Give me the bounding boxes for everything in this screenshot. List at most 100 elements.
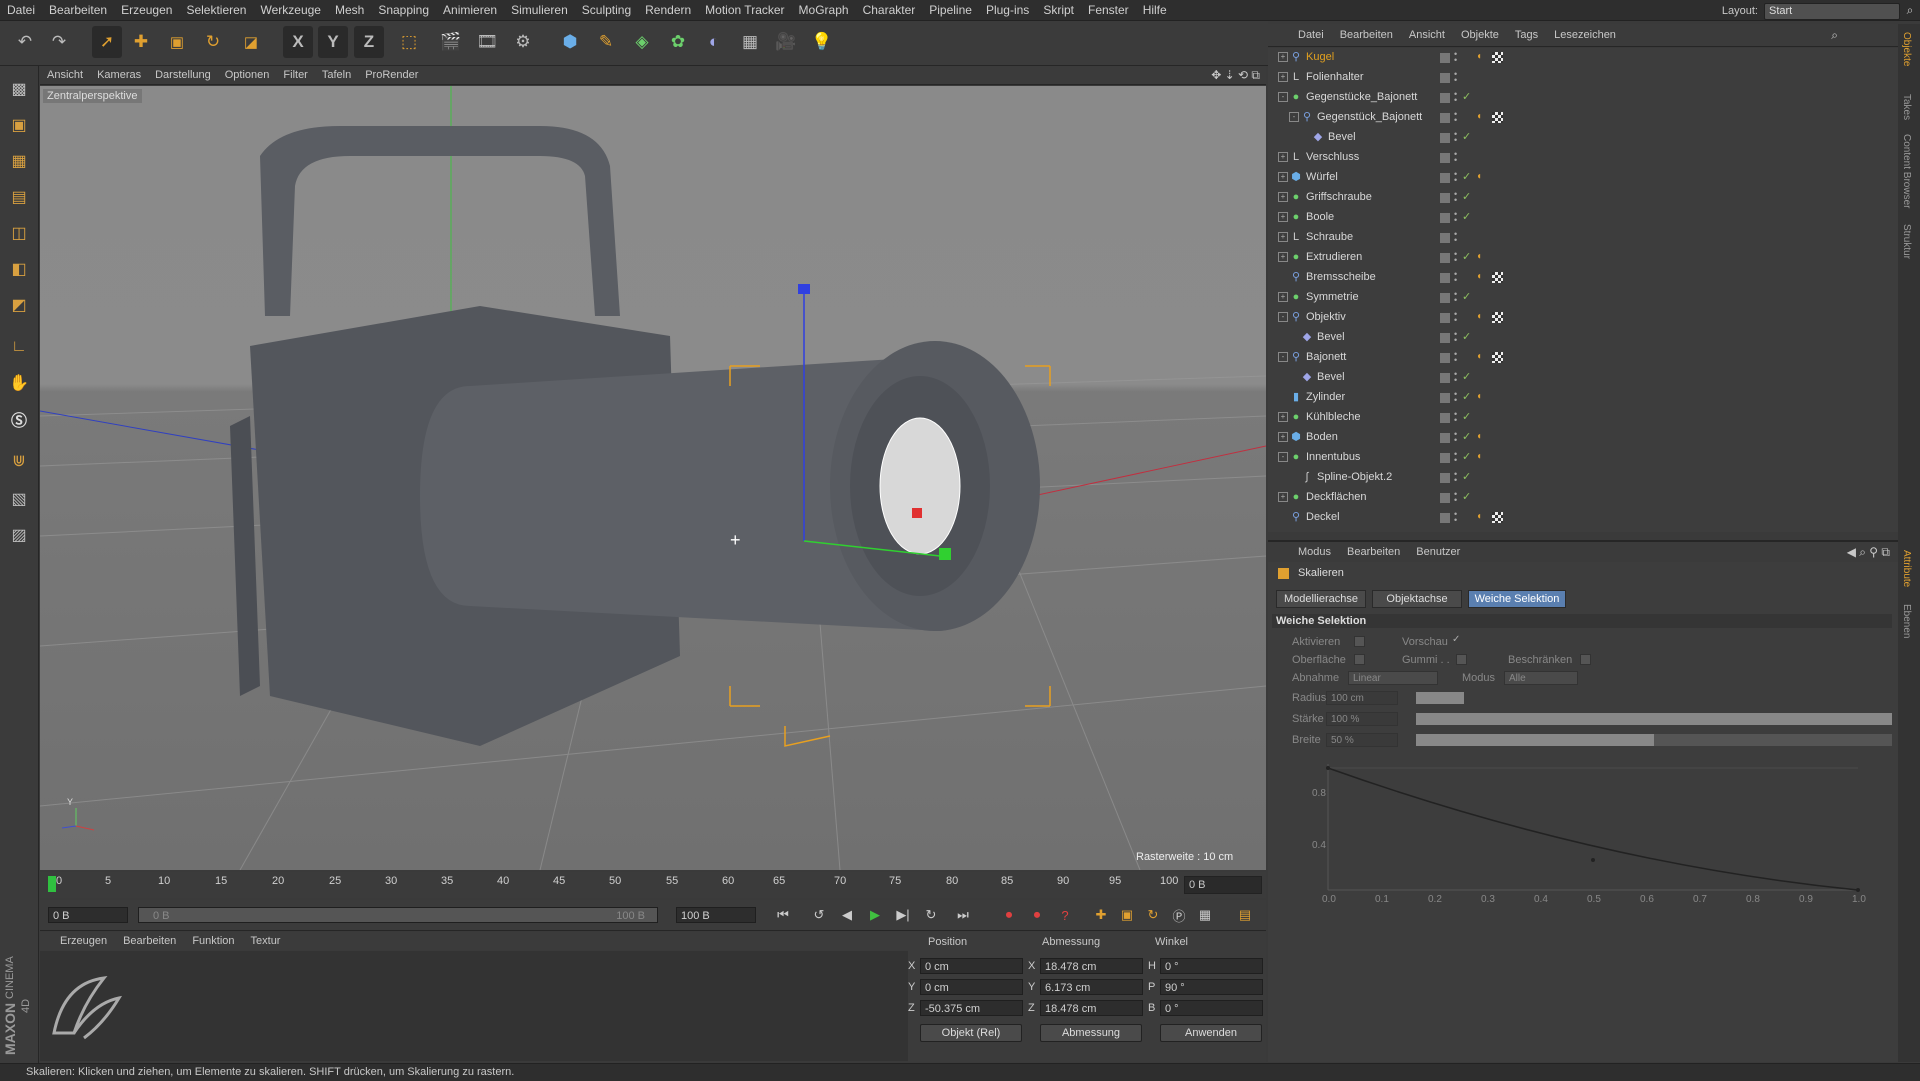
menu-fenster[interactable]: Fenster xyxy=(1081,0,1136,20)
size-x-field[interactable]: 18.478 cm xyxy=(1040,958,1143,974)
viewport-menu-prorender[interactable]: ProRender xyxy=(358,66,425,84)
scale-tool-icon[interactable]: ▣ xyxy=(162,26,192,58)
visibility-dots-icon[interactable]: • • xyxy=(1454,410,1458,425)
timeline-window-icon[interactable]: ▤ xyxy=(1234,905,1256,925)
expand-toggle-icon[interactable]: + xyxy=(1278,212,1288,222)
object-row[interactable]: + ● Griffschraube • • ✓ xyxy=(1268,188,1898,208)
width-slider[interactable] xyxy=(1416,734,1892,746)
om-menu-objekte[interactable]: Objekte xyxy=(1453,24,1507,46)
magnet-icon[interactable]: ⋓ xyxy=(4,446,34,476)
layer-swatch[interactable] xyxy=(1440,253,1450,263)
axis-x-lock-button[interactable]: X xyxy=(283,26,313,58)
strength-slider[interactable] xyxy=(1416,713,1892,725)
menu-werkzeuge[interactable]: Werkzeuge xyxy=(253,0,327,20)
texture-tag-icon[interactable] xyxy=(1492,272,1503,283)
axis-z-lock-button[interactable]: Z xyxy=(354,26,384,58)
previous-frame-icon[interactable]: ◀ xyxy=(836,905,858,925)
workplane-icon[interactable]: ▤ xyxy=(4,182,34,212)
visibility-dots-icon[interactable]: • • xyxy=(1454,170,1458,185)
key-position-icon[interactable]: ✚ xyxy=(1090,905,1112,925)
apply-button[interactable]: Anwenden xyxy=(1160,1024,1262,1042)
render-picture-viewer-icon[interactable]: 🎞 xyxy=(472,26,502,58)
viewport-menu-darstellung[interactable]: Darstellung xyxy=(148,66,218,84)
pos-x-field[interactable]: 0 cm xyxy=(920,958,1023,974)
layer-swatch[interactable] xyxy=(1440,233,1450,243)
menu-pipeline[interactable]: Pipeline xyxy=(922,0,979,20)
enabled-check-icon[interactable]: ✓ xyxy=(1462,410,1471,423)
material-tag-icon[interactable]: ◖ xyxy=(1476,431,1482,442)
falloff-dropdown[interactable]: Linear xyxy=(1348,671,1438,685)
layer-swatch[interactable] xyxy=(1440,173,1450,183)
object-row[interactable]: ◆ Bevel • • ✓ xyxy=(1268,368,1898,388)
axis-y-lock-button[interactable]: Y xyxy=(318,26,348,58)
tab-attribute[interactable]: Attribute xyxy=(1901,550,1912,587)
visibility-dots-icon[interactable]: • • xyxy=(1454,310,1458,325)
menu-snapping[interactable]: Snapping xyxy=(371,0,436,20)
layer-swatch[interactable] xyxy=(1440,413,1450,423)
am-nav-icons[interactable]: ◀ ⌕ ⚲ ⧉ xyxy=(1847,542,1890,562)
mat-menu-funktion[interactable]: Funktion xyxy=(184,932,242,950)
size-z-field[interactable]: 18.478 cm xyxy=(1040,1000,1143,1016)
redo-icon[interactable]: ↷ xyxy=(44,26,74,58)
tab-struktur[interactable]: Struktur xyxy=(1901,224,1912,259)
visibility-dots-icon[interactable]: • • xyxy=(1454,250,1458,265)
camera-icon[interactable]: 🎥 xyxy=(771,26,801,58)
cube-primitive-icon[interactable]: ⬢ xyxy=(555,26,585,58)
om-search-icon[interactable]: ⌕ xyxy=(1831,24,1838,46)
expand-toggle-icon[interactable]: + xyxy=(1278,152,1288,162)
radius-field[interactable]: 100 cm xyxy=(1326,691,1398,705)
enabled-check-icon[interactable]: ✓ xyxy=(1462,210,1471,223)
viewport-menu-ansicht[interactable]: Ansicht xyxy=(40,66,90,84)
expand-toggle-icon[interactable]: + xyxy=(1278,172,1288,182)
object-row[interactable]: - ● Gegenstücke_Bajonett • • ✓ xyxy=(1268,88,1898,108)
planar-workplane-icon[interactable]: ▨ xyxy=(4,520,34,550)
expand-toggle-icon[interactable]: + xyxy=(1278,492,1288,502)
mat-menu-textur[interactable]: Textur xyxy=(243,932,289,950)
viewport-menu-kameras[interactable]: Kameras xyxy=(90,66,148,84)
edges-mode-icon[interactable]: ◧ xyxy=(4,254,34,284)
light-icon[interactable]: 💡 xyxy=(807,26,837,58)
object-row[interactable]: - ⚲ Bajonett • • ◖ xyxy=(1268,348,1898,368)
layer-swatch[interactable] xyxy=(1440,213,1450,223)
menu-motion-tracker[interactable]: Motion Tracker xyxy=(698,0,791,20)
visibility-dots-icon[interactable]: • • xyxy=(1454,270,1458,285)
render-view-icon[interactable]: 🎬 xyxy=(436,26,466,58)
strength-field[interactable]: 100 % xyxy=(1326,712,1398,726)
am-menu-benutzer[interactable]: Benutzer xyxy=(1408,542,1468,562)
size-y-field[interactable]: 6.173 cm xyxy=(1040,979,1143,995)
mat-menu-erzeugen[interactable]: Erzeugen xyxy=(52,932,115,950)
menu-rendern[interactable]: Rendern xyxy=(638,0,698,20)
texture-tag-icon[interactable] xyxy=(1492,112,1503,123)
mode-dropdown[interactable]: Alle xyxy=(1504,671,1578,685)
expand-toggle-icon[interactable]: + xyxy=(1278,252,1288,262)
object-row[interactable]: + ⬢ Boden • • ✓ ◖ xyxy=(1268,428,1898,448)
pos-z-field[interactable]: -50.375 cm xyxy=(920,1000,1023,1016)
enabled-check-icon[interactable]: ✓ xyxy=(1462,450,1471,463)
visibility-dots-icon[interactable]: • • xyxy=(1454,330,1458,345)
visibility-dots-icon[interactable]: • • xyxy=(1454,370,1458,385)
expand-toggle-icon[interactable]: + xyxy=(1278,292,1288,302)
tab-ebenen[interactable]: Ebenen xyxy=(1901,604,1912,638)
layer-swatch[interactable] xyxy=(1440,513,1450,523)
rubber-checkbox[interactable] xyxy=(1456,654,1467,665)
object-row[interactable]: + ● Boole • • ✓ xyxy=(1268,208,1898,228)
menu-mesh[interactable]: Mesh xyxy=(328,0,371,20)
layer-swatch[interactable] xyxy=(1440,333,1450,343)
size-mode-dropdown[interactable]: Abmessung xyxy=(1040,1024,1142,1042)
layer-swatch[interactable] xyxy=(1440,133,1450,143)
menu-simulieren[interactable]: Simulieren xyxy=(504,0,575,20)
object-row[interactable]: ◆ Bevel • • ✓ xyxy=(1268,128,1898,148)
object-row[interactable]: ⚲ Bremsscheibe • • ◖ xyxy=(1268,268,1898,288)
object-row[interactable]: + ● Kühlbleche • • ✓ xyxy=(1268,408,1898,428)
record-keyframe-icon[interactable]: ⏺ xyxy=(998,905,1020,925)
key-scale-icon[interactable]: ▣ xyxy=(1116,905,1138,925)
coordinate-mode-dropdown[interactable]: Objekt (Rel) xyxy=(920,1024,1022,1042)
visibility-dots-icon[interactable]: • • xyxy=(1454,230,1458,245)
visibility-dots-icon[interactable]: • • xyxy=(1454,130,1458,145)
expand-toggle-icon[interactable]: + xyxy=(1278,232,1288,242)
visibility-dots-icon[interactable]: • • xyxy=(1454,150,1458,165)
layer-swatch[interactable] xyxy=(1440,193,1450,203)
enabled-check-icon[interactable]: ✓ xyxy=(1462,170,1471,183)
enabled-check-icon[interactable]: ✓ xyxy=(1462,430,1471,443)
expand-toggle-icon[interactable]: + xyxy=(1278,412,1288,422)
